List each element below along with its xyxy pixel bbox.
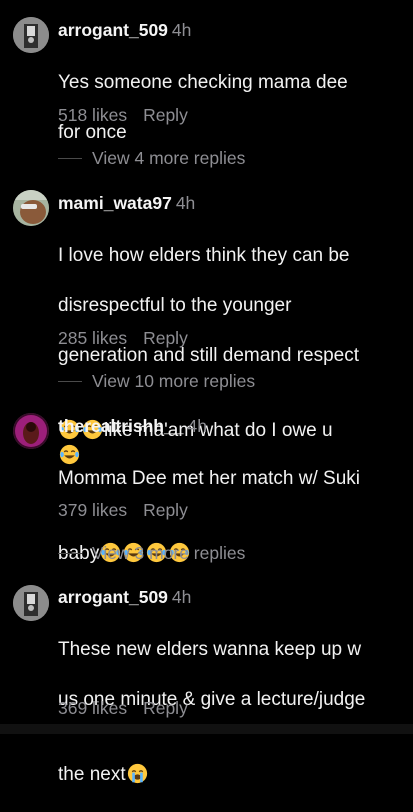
timestamp: 4h (171, 20, 192, 40)
username[interactable]: mami_wata97 (58, 193, 172, 213)
likes-count[interactable]: 369 likes (58, 698, 127, 718)
divider-line (58, 157, 82, 159)
avatar[interactable] (13, 413, 49, 449)
view-more-label[interactable]: View 10 more replies (92, 370, 255, 392)
comment-meta: 379 likes Reply (58, 499, 188, 521)
loudly-crying-face-icon (127, 763, 147, 784)
reply-button[interactable]: Reply (143, 698, 188, 718)
timestamp: 4h (187, 416, 207, 436)
avatar-photo-icon (13, 17, 49, 53)
comment-line: disrespectful to the younger (58, 295, 292, 316)
avatar[interactable] (13, 17, 49, 53)
comment-meta: 369 likes Reply (58, 697, 188, 719)
reply-button[interactable]: Reply (143, 105, 188, 125)
comment-line: These new elders wanna keep up w (58, 639, 362, 660)
comment-line: Momma Dee met her match w/ Suki (58, 468, 360, 489)
divider-line (58, 380, 82, 382)
view-more-label[interactable]: View 3 more replies (92, 542, 245, 564)
comment-line: Yes someone checking mama dee (58, 72, 348, 93)
comment-meta: 285 likes Reply (58, 327, 188, 349)
comment-line-with-emoji: the next (58, 737, 403, 787)
comment-line: the next (58, 764, 126, 785)
likes-count[interactable]: 379 likes (58, 500, 127, 520)
avatar-photo-icon (13, 413, 49, 449)
avatar[interactable] (13, 585, 49, 621)
view-more-replies[interactable]: View 4 more replies (58, 147, 245, 169)
comment-header: arrogant_509 4h (58, 19, 191, 41)
avatar[interactable] (13, 190, 49, 226)
likes-count[interactable]: 285 likes (58, 328, 127, 348)
comment-header: therealtrishh__ 4h (58, 415, 207, 437)
reply-button[interactable]: Reply (143, 500, 188, 520)
likes-count[interactable]: 518 likes (58, 105, 127, 125)
comment-meta: 518 likes Reply (58, 104, 188, 126)
timestamp: 4h (175, 193, 196, 213)
bottom-bar-edge (0, 724, 413, 734)
avatar-photo-icon (13, 585, 49, 621)
divider-line (58, 552, 82, 554)
timestamp: 4h (171, 587, 192, 607)
avatar-photo-icon (13, 190, 49, 226)
username[interactable]: arrogant_509 (58, 587, 168, 607)
username[interactable]: therealtrishh__ (58, 416, 183, 436)
view-more-replies[interactable]: View 10 more replies (58, 370, 255, 392)
username[interactable]: arrogant_509 (58, 20, 168, 40)
view-more-label[interactable]: View 4 more replies (92, 147, 245, 169)
reply-button[interactable]: Reply (143, 328, 188, 348)
comment-line: I love how elders think they can be (58, 245, 350, 266)
comment-header: arrogant_509 4h (58, 586, 191, 608)
view-more-replies[interactable]: View 3 more replies (58, 542, 245, 564)
comment-header: mami_wata97 4h (58, 192, 195, 214)
